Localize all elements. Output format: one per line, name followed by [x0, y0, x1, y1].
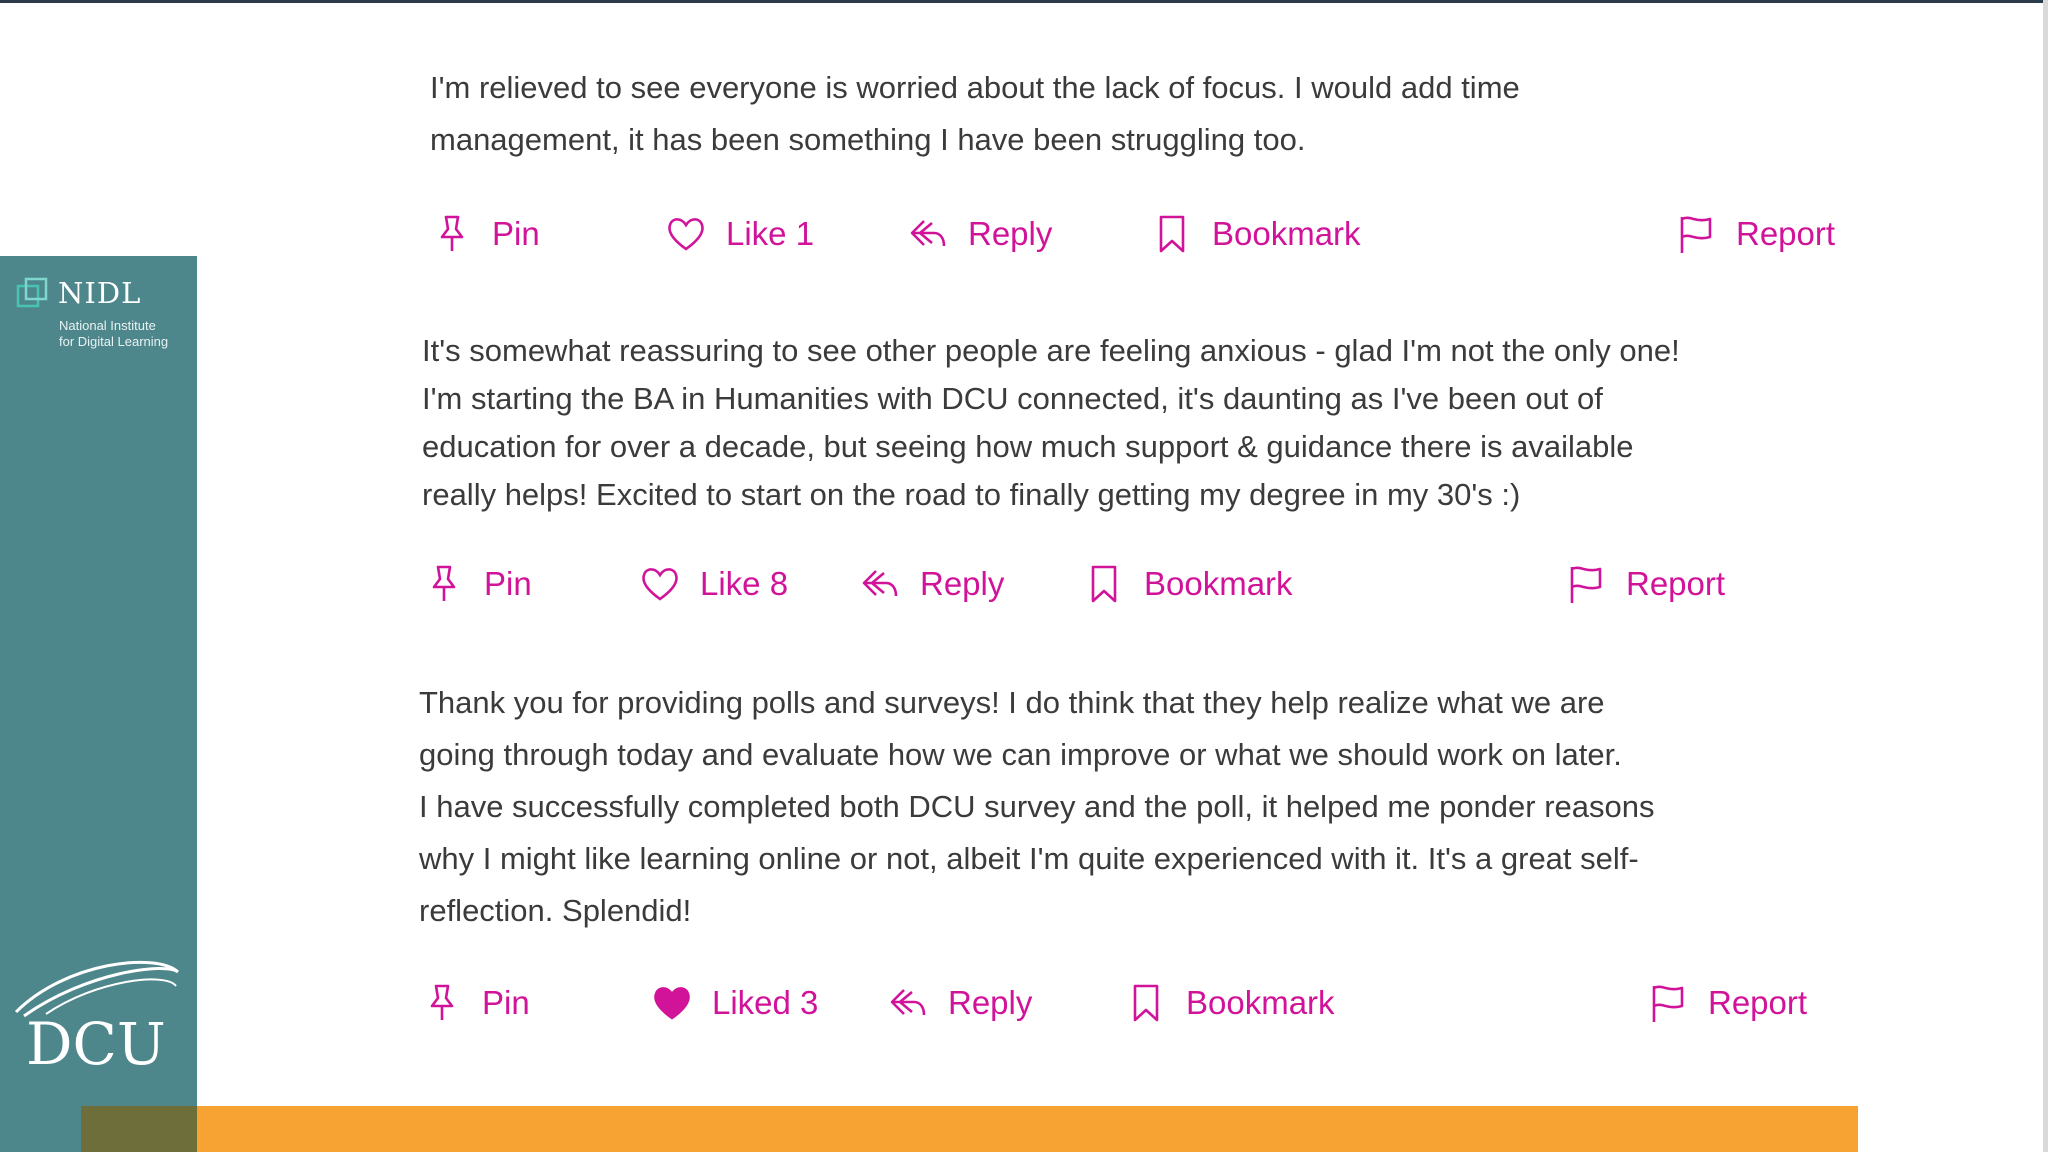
report-label: Report [1626, 565, 1726, 602]
bookmark-icon [1133, 984, 1159, 1022]
nidl-subtitle-line2: for Digital Learning [59, 334, 169, 349]
reply-button[interactable]: Reply [908, 209, 1052, 259]
post-line: education for over a decade, but seeing … [422, 429, 1634, 464]
post-line: reflection. Splendid! [419, 893, 692, 928]
reply-label: Reply [920, 565, 1005, 602]
reply-label: Reply [968, 215, 1053, 252]
discussion-post: It's somewhat reassuring to see other pe… [422, 327, 1680, 519]
top-border [0, 0, 2048, 3]
pin-icon [432, 565, 456, 601]
nidl-title: NIDL [58, 276, 142, 310]
bookmark-button[interactable]: Bookmark [1084, 559, 1293, 609]
bookmark-button[interactable]: Bookmark [1126, 978, 1335, 1028]
bookmark-label: Bookmark [1186, 984, 1335, 1021]
pin-button[interactable]: Pin [432, 209, 540, 259]
post-actions: Pin Like 8 Reply Bookmark Report [424, 559, 1725, 609]
bookmark-icon [1159, 215, 1185, 253]
post-line: I have successfully completed both DCU s… [419, 789, 1655, 824]
dcu-logo: DCU [14, 960, 180, 1072]
post-actions: Pin Liked 3 Reply Bookmark Report [422, 978, 1822, 1028]
post-line: why I might like learning online or not,… [419, 841, 1639, 876]
heart-outline-icon [642, 568, 678, 601]
report-button[interactable]: Report [1648, 978, 1807, 1028]
pin-icon [440, 215, 464, 251]
right-edge [2043, 0, 2048, 1152]
post-line: I'm relieved to see everyone is worried … [430, 70, 1520, 105]
reply-button[interactable]: Reply [860, 559, 1004, 609]
nidl-mark-icon [16, 277, 48, 308]
nidl-subtitle: National Institute for Digital Learning [59, 318, 168, 350]
post-body: It's somewhat reassuring to see other pe… [422, 327, 1680, 519]
report-button[interactable]: Report [1566, 559, 1725, 609]
pin-button[interactable]: Pin [422, 978, 530, 1028]
liked-button[interactable]: Liked 3 [652, 978, 818, 1028]
bookmark-button[interactable]: Bookmark [1152, 209, 1361, 259]
post-actions: Pin Like 1 Reply Bookmark Report [432, 209, 1852, 259]
bookmark-label: Bookmark [1212, 215, 1361, 252]
like-label: Like 8 [700, 565, 789, 602]
post-line: I'm starting the BA in Humanities with D… [422, 381, 1603, 416]
post-line: Thank you for providing polls and survey… [419, 685, 1605, 720]
reply-button[interactable]: Reply [888, 978, 1032, 1028]
pin-button[interactable]: Pin [424, 559, 532, 609]
reply-icon [910, 220, 946, 247]
footer-dark-block [81, 1106, 197, 1152]
post-line: management, it has been something I have… [430, 122, 1306, 157]
pin-icon [430, 984, 454, 1020]
report-label: Report [1736, 215, 1836, 252]
post-body: Thank you for providing polls and survey… [419, 677, 1655, 937]
post-line: going through today and evaluate how we … [419, 737, 1622, 772]
post-body: I'm relieved to see everyone is worried … [430, 62, 1520, 166]
like-label: Like 1 [726, 215, 815, 252]
report-label: Report [1708, 984, 1808, 1021]
post-line: really helps! Excited to start on the ro… [422, 477, 1521, 512]
heart-outline-icon [668, 218, 704, 251]
bookmark-icon [1091, 565, 1117, 603]
like-button[interactable]: Like 8 [640, 559, 788, 609]
like-label: Liked 3 [712, 984, 819, 1021]
pin-label: Pin [484, 565, 532, 602]
footer-accent-bar [197, 1106, 1858, 1152]
pin-label: Pin [492, 215, 540, 252]
dcu-wordmark: DCU [26, 1010, 166, 1072]
like-button[interactable]: Like 1 [666, 209, 814, 259]
pin-label: Pin [482, 984, 530, 1021]
post-line: It's somewhat reassuring to see other pe… [422, 333, 1680, 368]
flag-icon [1680, 216, 1712, 253]
report-button[interactable]: Report [1676, 209, 1835, 259]
branding-sidebar: NIDL National Institute for Digital Lear… [0, 256, 197, 1152]
bookmark-label: Bookmark [1144, 565, 1293, 602]
discussion-post: Thank you for providing polls and survey… [419, 677, 1655, 937]
nidl-subtitle-line1: National Institute [59, 318, 156, 333]
reply-icon [862, 570, 898, 597]
heart-filled-icon [654, 987, 690, 1020]
reply-icon [890, 989, 926, 1016]
reply-label: Reply [948, 984, 1033, 1021]
flag-icon [1652, 985, 1684, 1022]
discussion-post: I'm relieved to see everyone is worried … [430, 62, 1520, 166]
flag-icon [1570, 566, 1602, 603]
